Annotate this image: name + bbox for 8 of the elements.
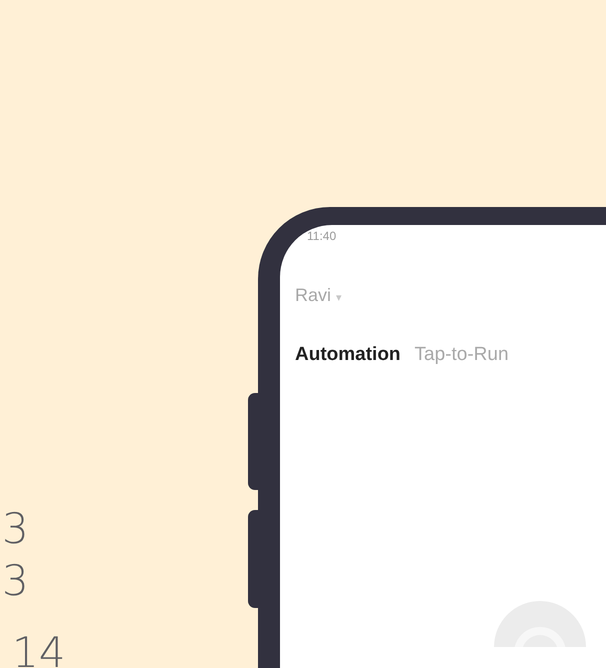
- status-time: 11:40: [307, 229, 336, 243]
- background-number: 3: [2, 508, 29, 550]
- caret-icon: ▾: [336, 292, 342, 304]
- tab[interactable]: Automation: [295, 344, 401, 366]
- background-number: 14: [12, 632, 66, 668]
- background-number: 3: [2, 560, 29, 602]
- home-selector[interactable]: Ravi ▾: [295, 285, 342, 306]
- tab[interactable]: Tap-to-Run: [414, 344, 509, 366]
